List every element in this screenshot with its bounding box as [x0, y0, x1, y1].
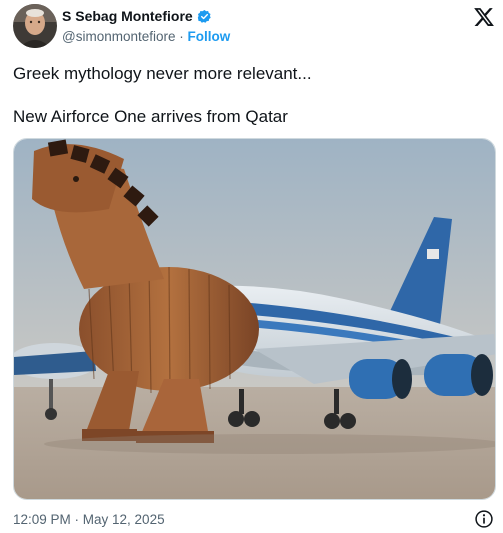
author-handle-row: @simonmontefiore · Follow — [62, 29, 230, 44]
wooden-horse-airplane-image — [14, 139, 495, 499]
separator-dot: · — [179, 29, 184, 44]
author-name[interactable]: S Sebag Montefiore — [62, 8, 193, 24]
tweet-timestamp[interactable]: 12:09 PM · May 12, 2025 — [13, 512, 165, 527]
author-name-row: S Sebag Montefiore — [62, 8, 212, 24]
verified-badge-icon — [197, 9, 211, 23]
avatar[interactable] — [13, 4, 57, 48]
tweet-text-line-1: Greek mythology never more relevant... — [13, 64, 312, 83]
follow-button[interactable]: Follow — [188, 29, 231, 44]
author-handle[interactable]: @simonmontefiore — [62, 29, 176, 44]
info-icon[interactable] — [474, 509, 494, 529]
x-logo-icon[interactable] — [473, 6, 495, 28]
tweet-media[interactable] — [13, 138, 496, 500]
tweet-text-line-2: New Airforce One arrives from Qatar — [13, 107, 288, 126]
